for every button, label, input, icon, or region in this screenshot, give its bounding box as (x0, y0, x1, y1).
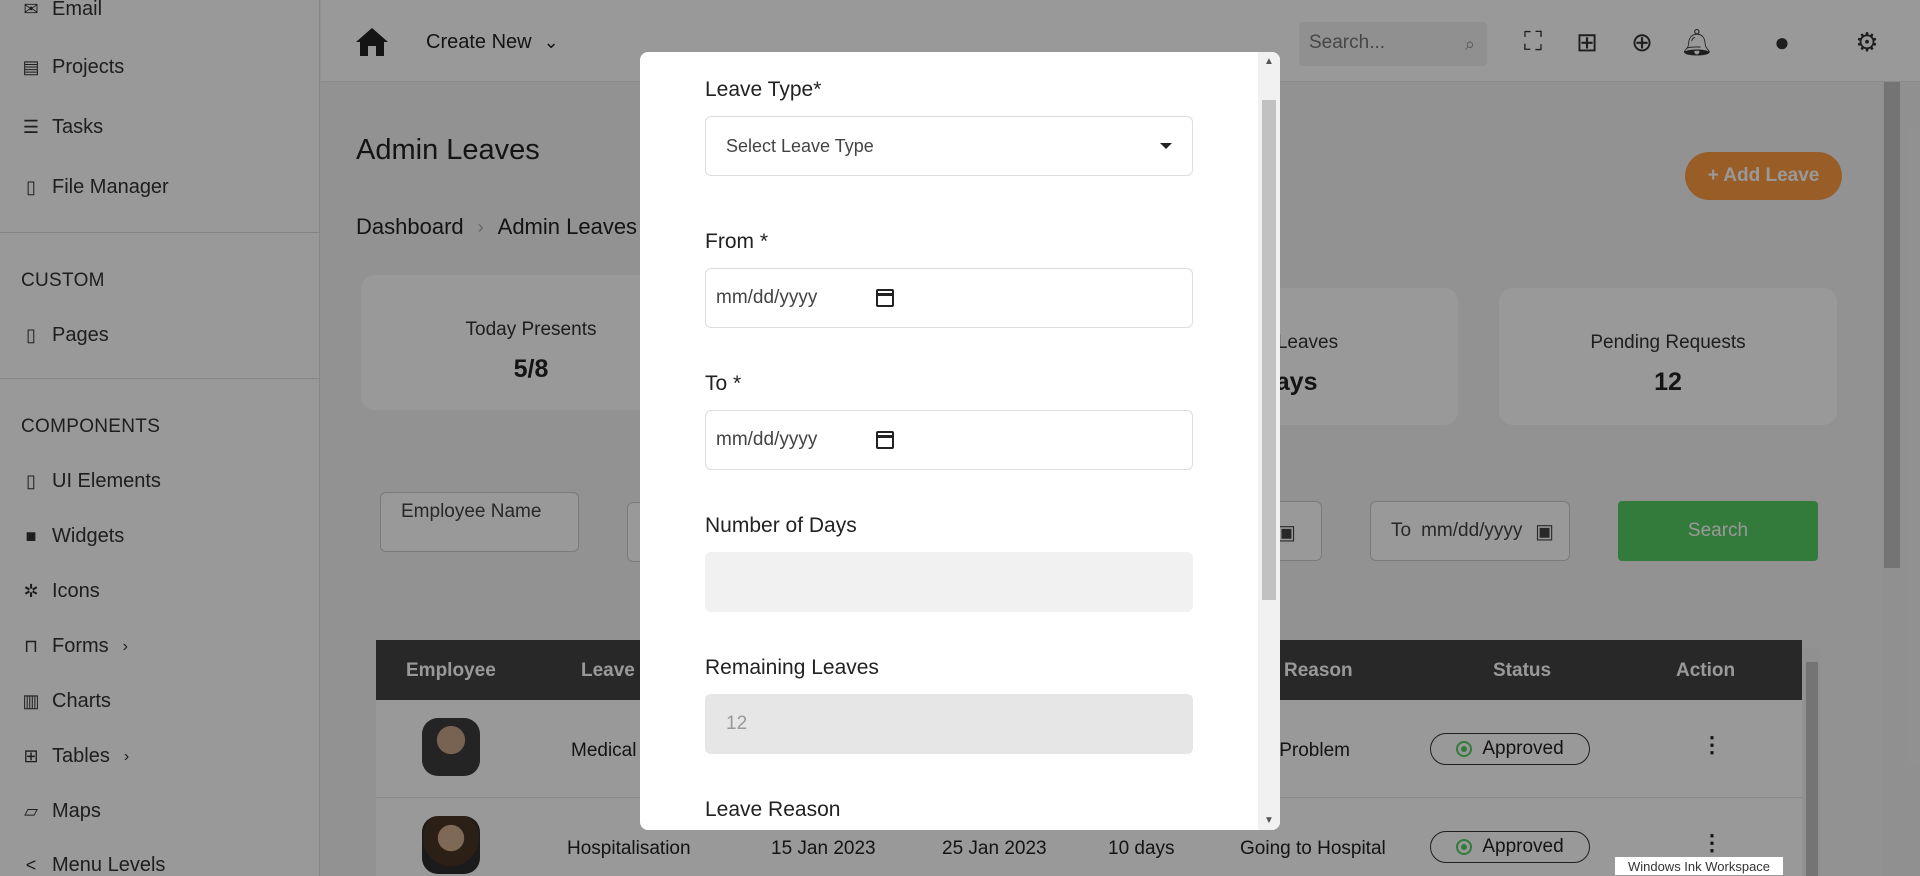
leave-type-label: Leave Type* (705, 78, 822, 101)
from-label: From * (705, 230, 768, 253)
to-label: To * (705, 372, 742, 395)
calendar-icon[interactable] (876, 289, 894, 307)
remaining-leaves-field: 12 (705, 694, 1193, 754)
caret-down-icon (1160, 143, 1172, 149)
to-date-input[interactable]: mm/dd/yyyy (705, 410, 1193, 470)
number-of-days-field[interactable] (705, 552, 1193, 612)
modal-scrollbar[interactable]: ▲ ▼ (1258, 52, 1280, 830)
scroll-up-arrow-icon[interactable]: ▲ (1264, 56, 1274, 67)
scrollbar-thumb[interactable] (1262, 100, 1276, 600)
leave-reason-label: Leave Reason (705, 798, 841, 821)
add-leave-modal: Leave Type* Select Leave Type From * mm/… (640, 52, 1280, 830)
calendar-icon[interactable] (876, 431, 894, 449)
from-date-input[interactable]: mm/dd/yyyy (705, 268, 1193, 328)
scroll-down-arrow-icon[interactable]: ▼ (1264, 815, 1274, 826)
remaining-leaves-label: Remaining Leaves (705, 656, 879, 679)
number-of-days-label: Number of Days (705, 514, 857, 537)
windows-ink-tooltip: Windows Ink Workspace (1614, 856, 1784, 876)
leave-type-select[interactable]: Select Leave Type (705, 116, 1193, 176)
